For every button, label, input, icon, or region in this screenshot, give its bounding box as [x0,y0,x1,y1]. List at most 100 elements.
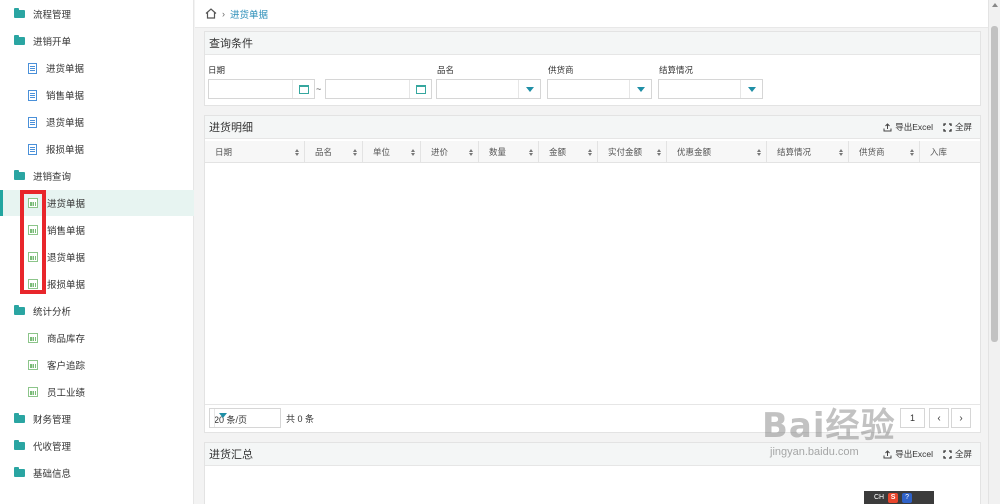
column-header[interactable]: 入库 [920,141,980,163]
name-select[interactable] [436,79,541,99]
sort-icon[interactable] [295,149,300,156]
column-header[interactable]: 金额 [539,141,598,163]
sidebar-item-loss-doc[interactable]: 报损单据 [0,137,194,161]
scroll-up-icon[interactable] [992,3,998,7]
sidebar: 流程管理 进销开单 进货单据 销售单据 退货单据 报损单据 进销查询 进货单据 … [0,0,194,504]
sidebar-item-label: 进货单据 [46,64,85,75]
chart-icon [28,360,38,370]
sort-icon[interactable] [839,149,844,156]
home-icon[interactable] [205,8,217,19]
column-header[interactable]: 单位 [363,141,421,163]
folder-icon [14,305,25,315]
sidebar-item-sales-query[interactable]: 进销查询 [0,164,194,188]
sidebar-item-sales-doc[interactable]: 销售单据 [0,83,194,107]
sidebar-item-basic-info[interactable]: 基础信息 [0,461,194,485]
sidebar-item-label: 员工业绩 [47,388,86,399]
fullscreen-button[interactable]: 全屏 [943,121,972,133]
sort-icon[interactable] [588,149,593,156]
ime-toolbar[interactable]: CH S ? [864,491,934,504]
column-header-label: 单位 [373,147,391,157]
date-start-input[interactable] [208,79,315,99]
folder-icon [14,8,25,18]
folder-icon [14,467,25,477]
sort-icon[interactable] [411,149,416,156]
sort-icon[interactable] [469,149,474,156]
settlement-select[interactable] [658,79,763,99]
table-header: 日期 品名 单位 进价 数量 金额 实付金额 优惠金额 结算情况 供货商 入库 [205,141,980,163]
document-icon [28,89,37,101]
sidebar-item-collection[interactable]: 代收管理 [0,434,194,458]
column-header-label: 优惠金额 [677,147,712,157]
help-icon[interactable]: ? [902,492,913,503]
column-header[interactable]: 品名 [305,141,363,163]
detail-panel: 进货明细 导出Excel 全屏 日期 品名 单位 进价 数量 金额 实付金额 优… [204,115,981,433]
fullscreen-icon [943,122,952,132]
column-header[interactable]: 供货商 [849,141,920,163]
sidebar-item-inventory[interactable]: 商品库存 [0,326,194,350]
sort-icon[interactable] [353,149,358,156]
sidebar-item-label: 进销查询 [33,172,72,183]
sidebar-item-finance[interactable]: 财务管理 [0,407,194,431]
breadcrumb-current[interactable]: 进货单据 [230,7,268,21]
page-size-select[interactable]: 20 条/页 [209,408,281,428]
date-end-input[interactable] [325,79,432,99]
column-header[interactable]: 数量 [479,141,539,163]
chevron-down-icon[interactable] [214,409,234,427]
sort-icon[interactable] [529,149,534,156]
export-excel-button[interactable]: 导出Excel [883,121,933,133]
panel-title: 进货汇总 [209,449,253,461]
sidebar-item-statistics[interactable]: 统计分析 [0,299,194,323]
column-header[interactable]: 日期 [205,141,305,163]
document-icon [28,116,37,128]
sidebar-item-label: 销售单据 [46,91,85,102]
column-header[interactable]: 实付金额 [598,141,667,163]
sidebar-item-label: 报损单据 [47,280,86,291]
total-count: 共 0 条 [286,414,315,424]
column-header[interactable]: 进价 [421,141,479,163]
fullscreen-label: 全屏 [954,449,972,459]
folder-icon [14,35,25,45]
vertical-scrollbar[interactable] [988,0,1000,504]
scrollbar-thumb[interactable] [991,26,998,342]
sidebar-item-label: 退货单据 [46,118,85,129]
settlement-label: 结算情况 [659,65,694,75]
chevron-right-icon: › [222,8,225,19]
chevron-right-icon: › [959,412,963,424]
sidebar-item-label: 进货单据 [47,199,86,210]
supplier-select[interactable] [547,79,652,99]
sidebar-item-customer-tracking[interactable]: 客户追踪 [0,353,194,377]
fullscreen-label: 全屏 [954,122,972,132]
sidebar-item-sales-billing[interactable]: 进销开单 [0,29,194,53]
sogou-icon[interactable]: S [888,492,899,503]
date-label: 日期 [208,65,226,75]
calendar-icon[interactable] [409,80,431,98]
document-icon [28,62,37,74]
ime-language[interactable]: CH [874,494,884,501]
name-label: 品名 [437,65,455,75]
export-icon [883,122,892,131]
sidebar-item-purchase-doc[interactable]: 进货单据 [0,56,194,80]
watermark-url: jingyan.baidu.com [770,446,859,458]
column-header-label: 供货商 [859,147,885,157]
sort-icon[interactable] [757,149,762,156]
sidebar-item-label: 代收管理 [33,442,72,453]
sort-icon[interactable] [910,149,915,156]
column-header-label: 入库 [930,147,948,157]
next-page-button[interactable]: › [951,408,971,428]
calendar-icon[interactable] [292,80,314,98]
sidebar-item-label: 进销开单 [33,37,72,48]
breadcrumb: › 进货单据 [195,0,988,28]
chevron-down-icon[interactable] [518,80,540,98]
column-header[interactable]: 结算情况 [767,141,849,163]
sidebar-item-process-management[interactable]: 流程管理 [0,2,194,26]
sidebar-item-staff-performance[interactable]: 员工业绩 [0,380,194,404]
sidebar-item-label: 客户追踪 [47,361,86,372]
sidebar-item-return-doc[interactable]: 退货单据 [0,110,194,134]
chart-icon [28,333,38,343]
detail-panel-header: 进货明细 导出Excel 全屏 [205,116,980,139]
column-header[interactable]: 优惠金额 [667,141,767,163]
chevron-down-icon[interactable] [740,80,762,98]
query-panel: 查询条件 日期 ~ 品名 供货商 结算情况 [204,31,981,106]
sort-icon[interactable] [657,149,662,156]
chevron-down-icon[interactable] [629,80,651,98]
